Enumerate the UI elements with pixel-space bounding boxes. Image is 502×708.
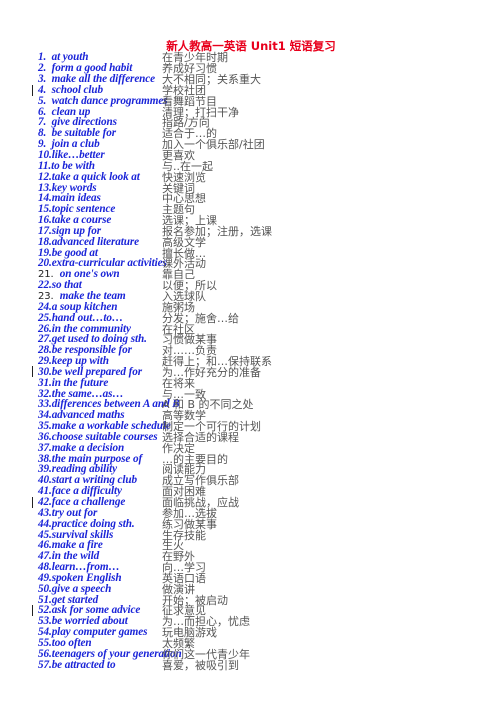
phrase-row: 26.in the community 在社区	[38, 323, 478, 336]
phrase-row: 45.survival skills 生存技能	[38, 529, 478, 542]
phrase-row: 44.practice doing sth. 练习做某事	[38, 518, 478, 531]
phrase-row: 40.start a writing club 成立写作俱乐部	[38, 474, 478, 487]
phrase-row: 24.a soup kitchen 施粥场	[38, 301, 478, 314]
phrase-row: 47.in the wild 在野外	[38, 550, 478, 563]
phrase-row: 21. on one's own 靠自己	[38, 268, 478, 281]
phrase-row: 37.make a decision 作决定	[38, 442, 478, 455]
phrase-number: 57.	[38, 658, 52, 671]
phrase-row: 46.make a fire 生火	[38, 539, 478, 552]
phrase-row: 3. make all the difference 大不相同；关系重大	[38, 73, 478, 86]
phrase-row: 35.make a workable schedule 制定一个可行的计划	[38, 420, 478, 433]
change-bar-marker	[32, 496, 33, 508]
phrase-row: 51.get started 开始；被启动	[38, 594, 478, 607]
phrase-row: 38.the main purpose of …的主要目的	[38, 453, 478, 466]
phrase-row: 56.teenagers of your generation 你们这一代青少年	[38, 648, 478, 661]
phrase-row: 5. watch dance programmes 看舞蹈节目	[38, 95, 478, 108]
phrase-row: 10.like…better 更喜欢	[38, 149, 478, 162]
phrase-row: 18.advanced literature 高级文学	[38, 236, 478, 249]
phrase-row: 17.sign up for 报名参加；注册，选课	[38, 225, 478, 238]
phrase-row: 4. school club 学校社团	[32, 84, 478, 97]
phrase-row: 19.be good at 擅长做…	[38, 247, 478, 260]
phrase-row: 53.be worried about 为…而担心，忧虑	[38, 615, 478, 628]
phrase-text: be attracted to	[51, 658, 116, 671]
phrase-english: 57.be attracted to	[38, 659, 162, 671]
phrase-row: 36.choose suitable courses 选择合适的课程	[38, 431, 478, 444]
phrase-row: 48.learn…from… 向…学习	[38, 561, 478, 574]
phrase-row: 27.get used to doing sth. 习惯做某事	[38, 333, 478, 346]
phrase-row: 11.to be with 与..在一起	[38, 160, 478, 173]
phrase-row: 9. join a club 加入一个俱乐部/社团	[38, 138, 478, 151]
phrase-row: 6. clean up 清理；打扫干净	[38, 106, 478, 119]
phrase-row: 50.give a speech 做演讲	[38, 583, 478, 596]
phrase-row: 33.differences between A and BA 和 B 的不同之…	[38, 398, 478, 411]
phrase-row: 54.play computer games 玩电脑游戏	[38, 626, 478, 639]
phrase-row: 12.take a quick look at 快速浏览	[38, 171, 478, 184]
phrase-row: 30.be well prepared for 为…作好充分的准备	[32, 366, 478, 379]
phrase-row: 42.face a challenge 面临挑战，应战	[32, 496, 478, 509]
phrase-row: 49.spoken English 英语口语	[38, 572, 478, 585]
phrase-row: 7. give directions 指路/方向	[38, 116, 478, 129]
phrase-row: 41.face a difficulty 面对困难	[38, 485, 478, 498]
phrase-row: 57.be attracted to 喜爱，被吸引到	[38, 658, 478, 672]
phrase-row: 32.the same…as… 与…一致	[38, 388, 478, 401]
phrase-row: 14.main ideas 中心思想	[38, 192, 478, 205]
phrase-list: 1. at youth 在青少年时期 2. form a good habit 养成好…	[32, 51, 478, 672]
phrase-row: 31.in the future 在将来	[38, 377, 478, 390]
phrase-row: 23. make the team 入选球队	[38, 290, 478, 303]
phrase-row: 55.too often 太频繁	[38, 637, 478, 650]
phrase-row: 43.try out for 参加…选拔	[38, 507, 478, 520]
phrase-row: 20.extra-curricular activities 课外活动	[38, 257, 478, 270]
change-bar-marker	[32, 366, 33, 378]
phrase-row: 1. at youth 在青少年时期	[38, 51, 478, 64]
phrase-row: 39.reading ability 阅读能力	[38, 463, 478, 476]
phrase-chinese: 喜爱，被吸引到	[162, 658, 239, 672]
phrase-row: 15.topic sentence 主题句	[38, 203, 478, 216]
change-bar-marker	[32, 605, 33, 617]
phrase-row: 13.key words 关键词	[38, 182, 478, 195]
phrase-row: 52.ask for some advice 征求意见	[32, 604, 478, 617]
change-bar-marker	[32, 84, 33, 96]
phrase-row: 25.hand out…to… 分发；施舍…给	[38, 312, 478, 325]
phrase-row: 22.so that 以便；所以	[38, 279, 478, 292]
